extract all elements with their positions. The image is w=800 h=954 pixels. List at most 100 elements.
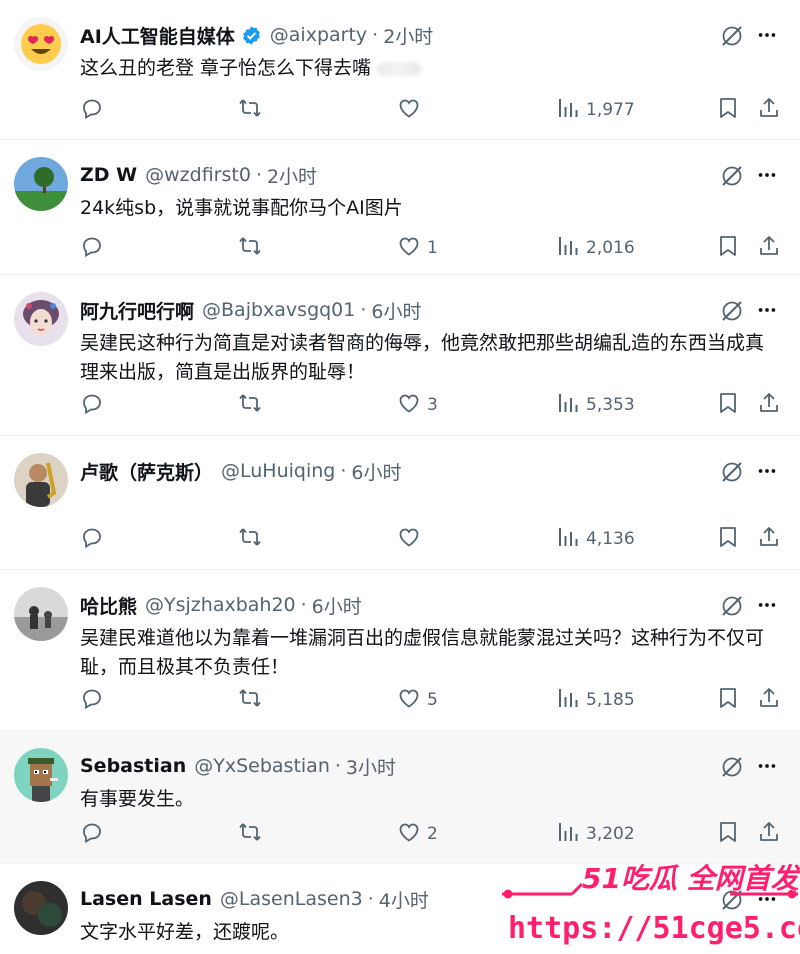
user-handle[interactable]: @wzdfirst0: [145, 164, 251, 186]
display-name[interactable]: AI人工智能自媒体: [80, 22, 235, 49]
views-button[interactable]: 1,977: [556, 95, 635, 125]
bookmark-button[interactable]: [716, 95, 740, 125]
like-count: 3: [427, 395, 438, 415]
grok-icon[interactable]: [720, 164, 744, 188]
retweet-icon: [238, 820, 262, 849]
tweet[interactable]: 卢歌（萨克斯） @LuHuiqing · 6小时 4,136: [0, 436, 800, 570]
tweet[interactable]: 阿九行吧行啊 @Bajbxavsgq01 · 6小时 吴建民这种行为简直是对读者智商的侮…: [0, 275, 800, 436]
more-options-icon[interactable]: [756, 164, 778, 188]
retweet-button[interactable]: [238, 819, 262, 849]
avatar[interactable]: [14, 748, 68, 802]
user-handle[interactable]: @aixparty: [270, 24, 367, 46]
retweet-button[interactable]: [238, 524, 262, 554]
tweet[interactable]: AI人工智能自媒体 @aixparty · 2小时 这么丑的老登 章子怡怎么下得去嘴 1,…: [0, 0, 800, 140]
retweet-button[interactable]: [238, 95, 262, 125]
views-button[interactable]: 3,202: [556, 819, 635, 849]
share-button[interactable]: [757, 390, 781, 420]
landscape-tree-icon: [14, 157, 68, 211]
grok-icon[interactable]: [720, 755, 744, 779]
share-button[interactable]: [757, 95, 781, 125]
timestamp[interactable]: 4小时: [379, 886, 429, 913]
more-options-icon[interactable]: [756, 24, 778, 48]
grok-icon[interactable]: [720, 299, 744, 323]
grok-icon[interactable]: [720, 24, 744, 48]
avatar[interactable]: [14, 292, 68, 346]
retweet-button[interactable]: [238, 390, 262, 420]
views-button[interactable]: 5,353: [556, 390, 635, 420]
like-count: 2: [427, 824, 438, 844]
reply-button[interactable]: [80, 819, 104, 849]
timestamp[interactable]: 3小时: [346, 753, 396, 780]
user-handle[interactable]: @Bajbxavsgq01: [202, 299, 355, 321]
bookmark-button[interactable]: [716, 685, 740, 715]
bookmark-button[interactable]: [716, 233, 740, 263]
grok-icon[interactable]: [720, 594, 744, 618]
reply-icon: [80, 525, 104, 554]
dark-photo-icon: [14, 881, 68, 935]
more-options-icon[interactable]: [756, 460, 778, 484]
tweet-actions: 2 3,202: [0, 819, 800, 849]
timestamp[interactable]: 2小时: [383, 22, 433, 49]
share-button[interactable]: [757, 233, 781, 263]
share-icon: [757, 96, 781, 125]
like-button[interactable]: 5: [397, 685, 438, 715]
avatar[interactable]: [14, 17, 68, 71]
user-handle[interactable]: @LasenLasen3: [220, 888, 363, 910]
share-icon: [757, 234, 781, 263]
more-options-icon[interactable]: [756, 299, 778, 323]
avatar[interactable]: [14, 157, 68, 211]
timestamp[interactable]: 6小时: [351, 458, 401, 485]
tweet-header: Lasen Lasen @LasenLasen3 · 4小时: [80, 884, 429, 914]
avatar[interactable]: [14, 881, 68, 935]
watermark: 51吃瓜 全网首发 https://51cge5.com: [502, 862, 800, 947]
like-button[interactable]: [397, 95, 427, 125]
retweet-icon: [238, 234, 262, 263]
tweet-text-content: 这么丑的老登 章子怡怎么下得去嘴: [80, 57, 372, 79]
bookmark-button[interactable]: [716, 819, 740, 849]
display-name[interactable]: 哈比熊: [80, 592, 137, 619]
avatar[interactable]: [14, 453, 68, 507]
views-button[interactable]: 5,185: [556, 685, 635, 715]
view-count: 1,977: [586, 100, 635, 120]
reply-button[interactable]: [80, 524, 104, 554]
like-button[interactable]: [397, 524, 427, 554]
display-name[interactable]: 卢歌（萨克斯）: [80, 458, 213, 485]
bookmark-button[interactable]: [716, 390, 740, 420]
display-name[interactable]: Lasen Lasen: [80, 888, 212, 910]
avatar[interactable]: [14, 587, 68, 641]
reply-button[interactable]: [80, 95, 104, 125]
more-options-icon[interactable]: [756, 594, 778, 618]
tweet[interactable]: Sebastian @YxSebastian · 3小时 有事要发生。 2 3,202: [0, 731, 800, 864]
timestamp[interactable]: 6小时: [371, 297, 421, 324]
user-handle[interactable]: @Ysjzhaxbah20: [145, 594, 296, 616]
like-button[interactable]: 3: [397, 390, 438, 420]
user-handle[interactable]: @YxSebastian: [194, 755, 330, 777]
share-button[interactable]: [757, 819, 781, 849]
timestamp[interactable]: 6小时: [312, 592, 362, 619]
display-name[interactable]: ZD W: [80, 164, 137, 186]
share-button[interactable]: [757, 685, 781, 715]
bookmark-icon: [716, 686, 740, 715]
like-button[interactable]: 2: [397, 819, 438, 849]
tweet[interactable]: 哈比熊 @Ysjzhaxbah20 · 6小时 吴建民难道他以为靠着一堆漏洞百出的虚假信…: [0, 570, 800, 731]
like-button[interactable]: 1: [397, 233, 438, 263]
views-button[interactable]: 4,136: [556, 524, 635, 554]
user-handle[interactable]: @LuHuiqing: [221, 460, 335, 482]
more-options-icon[interactable]: [756, 755, 778, 779]
timestamp[interactable]: 2小时: [267, 162, 317, 189]
bookmark-button[interactable]: [716, 524, 740, 554]
reply-button[interactable]: [80, 233, 104, 263]
share-button[interactable]: [757, 524, 781, 554]
display-name[interactable]: 阿九行吧行啊: [80, 297, 194, 324]
tweet[interactable]: ZD W @wzdfirst0 · 2小时 24k纯sb，说事就说事配你马个AI图片 1 2…: [0, 140, 800, 275]
heart-icon: [397, 820, 421, 849]
retweet-icon: [238, 525, 262, 554]
views-button[interactable]: 2,016: [556, 233, 635, 263]
reply-button[interactable]: [80, 685, 104, 715]
retweet-button[interactable]: [238, 685, 262, 715]
display-name[interactable]: Sebastian: [80, 755, 186, 777]
grok-icon[interactable]: [720, 460, 744, 484]
retweet-button[interactable]: [238, 233, 262, 263]
separator-dot: ·: [255, 164, 262, 186]
reply-button[interactable]: [80, 390, 104, 420]
